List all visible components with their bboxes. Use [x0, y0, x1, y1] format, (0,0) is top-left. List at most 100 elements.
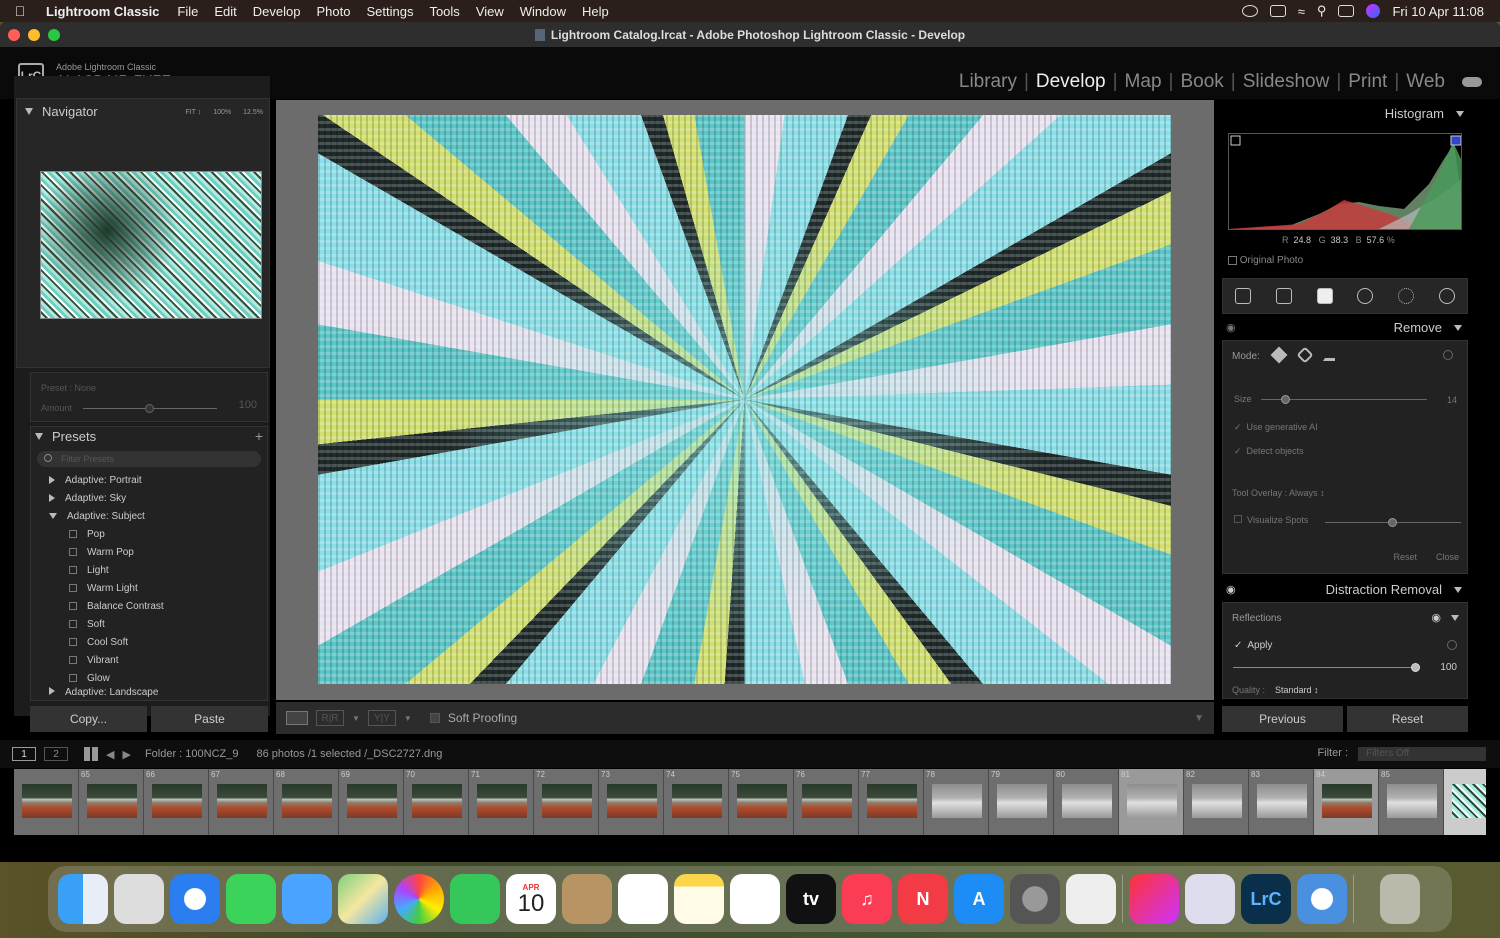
film-cell[interactable]: 69: [339, 769, 404, 835]
previous-button[interactable]: Previous: [1222, 706, 1343, 732]
module-print[interactable]: Print: [1341, 71, 1394, 93]
preset-group[interactable]: Adaptive: Landscape: [31, 687, 267, 697]
film-thumbnail[interactable]: [867, 784, 917, 818]
reset-button[interactable]: Reset: [1347, 706, 1468, 732]
film-cell[interactable]: 85: [1379, 769, 1444, 835]
battery-icon[interactable]: [1269, 5, 1286, 17]
film-cell[interactable]: 67: [209, 769, 274, 835]
control-center-icon[interactable]: [1338, 5, 1355, 17]
zoom-100[interactable]: 100%: [213, 109, 231, 116]
film-cell[interactable]: 76: [794, 769, 859, 835]
trash-icon[interactable]: [1380, 874, 1420, 924]
news-icon[interactable]: N: [898, 874, 948, 924]
navigator-preview[interactable]: [40, 171, 262, 319]
detect-objects-checkbox[interactable]: ✓ Detect objects: [1234, 446, 1304, 457]
creative-cloud-icon[interactable]: [1129, 874, 1179, 924]
red-eye-icon[interactable]: [1357, 288, 1374, 304]
film-thumbnail[interactable]: [1257, 784, 1307, 818]
messages-icon[interactable]: [226, 874, 276, 924]
module-web[interactable]: Web: [1399, 71, 1452, 93]
apple-tv-icon[interactable]: tv: [786, 874, 836, 924]
heal-icon[interactable]: [1296, 346, 1314, 364]
menu-file[interactable]: File: [169, 4, 206, 19]
eye-icon[interactable]: ◉: [1431, 611, 1441, 624]
film-cell[interactable]: 83: [1249, 769, 1314, 835]
amount-slider[interactable]: [145, 404, 154, 413]
soft-proofing-checkbox[interactable]: [429, 713, 440, 723]
film-cell[interactable]: 70: [404, 769, 469, 835]
preset-item[interactable]: Cool Soft: [31, 633, 267, 651]
film-thumbnail[interactable]: [1387, 784, 1437, 818]
film-thumbnail[interactable]: [152, 784, 202, 818]
preset-item[interactable]: Balance Contrast: [31, 597, 267, 615]
film-thumbnail[interactable]: [412, 784, 462, 818]
preset-group[interactable]: Adaptive: Sky: [31, 489, 267, 507]
zoom-fit[interactable]: FIT ↕: [185, 109, 201, 116]
safari-technology-icon[interactable]: [1297, 874, 1347, 924]
wifi-icon[interactable]: ≈: [1298, 4, 1305, 19]
eye-icon[interactable]: ◉: [1226, 580, 1236, 600]
film-cell[interactable]: 82: [1184, 769, 1249, 835]
film-thumbnail[interactable]: [1062, 784, 1112, 818]
preset-item[interactable]: Light: [31, 561, 267, 579]
film-thumbnail[interactable]: [542, 784, 592, 818]
maps-icon[interactable]: [338, 874, 388, 924]
menu-edit[interactable]: Edit: [206, 4, 244, 19]
remove-reset-button[interactable]: Reset: [1393, 552, 1417, 562]
calendar-icon[interactable]: APR 10: [506, 874, 556, 924]
histogram[interactable]: [1228, 133, 1462, 230]
preview-icon[interactable]: [1185, 874, 1235, 924]
film-thumbnail[interactable]: [1127, 784, 1177, 818]
freeform-icon[interactable]: [730, 874, 780, 924]
forward-arrow-icon[interactable]: ▶: [122, 748, 130, 761]
quality-select[interactable]: Standard ↕: [1275, 685, 1319, 695]
preset-group[interactable]: Adaptive: Subject: [31, 507, 267, 525]
preset-item[interactable]: Warm Pop: [31, 543, 267, 561]
presets-header[interactable]: Presets +: [31, 427, 267, 445]
search-icon[interactable]: ⚲: [1317, 3, 1327, 19]
menu-help[interactable]: Help: [574, 4, 617, 19]
film-thumbnail[interactable]: [477, 784, 527, 818]
reflections-amount-slider[interactable]: [1411, 663, 1420, 672]
close-window-button[interactable]: [8, 29, 20, 41]
preset-item[interactable]: Warm Light: [31, 579, 267, 597]
iphone-mirroring-icon[interactable]: [1066, 874, 1116, 924]
facetime-icon[interactable]: [450, 874, 500, 924]
film-thumbnail[interactable]: [217, 784, 267, 818]
menu-window[interactable]: Window: [512, 4, 574, 19]
preset-item[interactable]: Soft: [31, 615, 267, 633]
info-icon[interactable]: [1443, 350, 1453, 360]
clock[interactable]: Fri 10 Apr 11:08: [1392, 4, 1484, 19]
filter-select[interactable]: Filters Off: [1358, 747, 1486, 761]
preset-item[interactable]: Vibrant: [31, 651, 267, 669]
film-cell[interactable]: 65: [79, 769, 144, 835]
film-cell[interactable]: 80: [1054, 769, 1119, 835]
preset-item[interactable]: Glow: [31, 669, 267, 687]
film-thumbnail[interactable]: [282, 784, 332, 818]
film-thumbnail[interactable]: [997, 784, 1047, 818]
remove-eraser-icon[interactable]: [1316, 288, 1333, 304]
film-thumbnail[interactable]: [607, 784, 657, 818]
notes-icon[interactable]: [674, 874, 724, 924]
back-arrow-icon[interactable]: ◀: [106, 748, 114, 761]
before-after-icon[interactable]: R|R: [316, 710, 344, 726]
film-cell[interactable]: 78: [924, 769, 989, 835]
content-aware-remove-icon[interactable]: [1270, 346, 1288, 364]
loupe-view-icon[interactable]: [286, 711, 308, 725]
masking-icon[interactable]: [1397, 288, 1414, 304]
dropdown-icon[interactable]: ▼: [404, 714, 412, 723]
film-cell[interactable]: [14, 769, 79, 835]
film-cell[interactable]: 71: [469, 769, 534, 835]
collapse-icon[interactable]: [1451, 615, 1459, 621]
film-cell[interactable]: 79: [989, 769, 1054, 835]
visualize-spots-checkbox[interactable]: Visualize Spots: [1234, 515, 1308, 525]
zoom-window-button[interactable]: [48, 29, 60, 41]
film-thumbnail[interactable]: [737, 784, 787, 818]
apply-checkbox[interactable]: ✓ Apply: [1234, 640, 1272, 651]
finder-icon[interactable]: [58, 874, 108, 924]
info-icon[interactable]: [1447, 640, 1457, 650]
preset-group[interactable]: Adaptive: Portrait: [31, 471, 267, 489]
film-thumbnail[interactable]: [672, 784, 722, 818]
film-cell[interactable]: 66: [144, 769, 209, 835]
film-cell[interactable]: 68: [274, 769, 339, 835]
